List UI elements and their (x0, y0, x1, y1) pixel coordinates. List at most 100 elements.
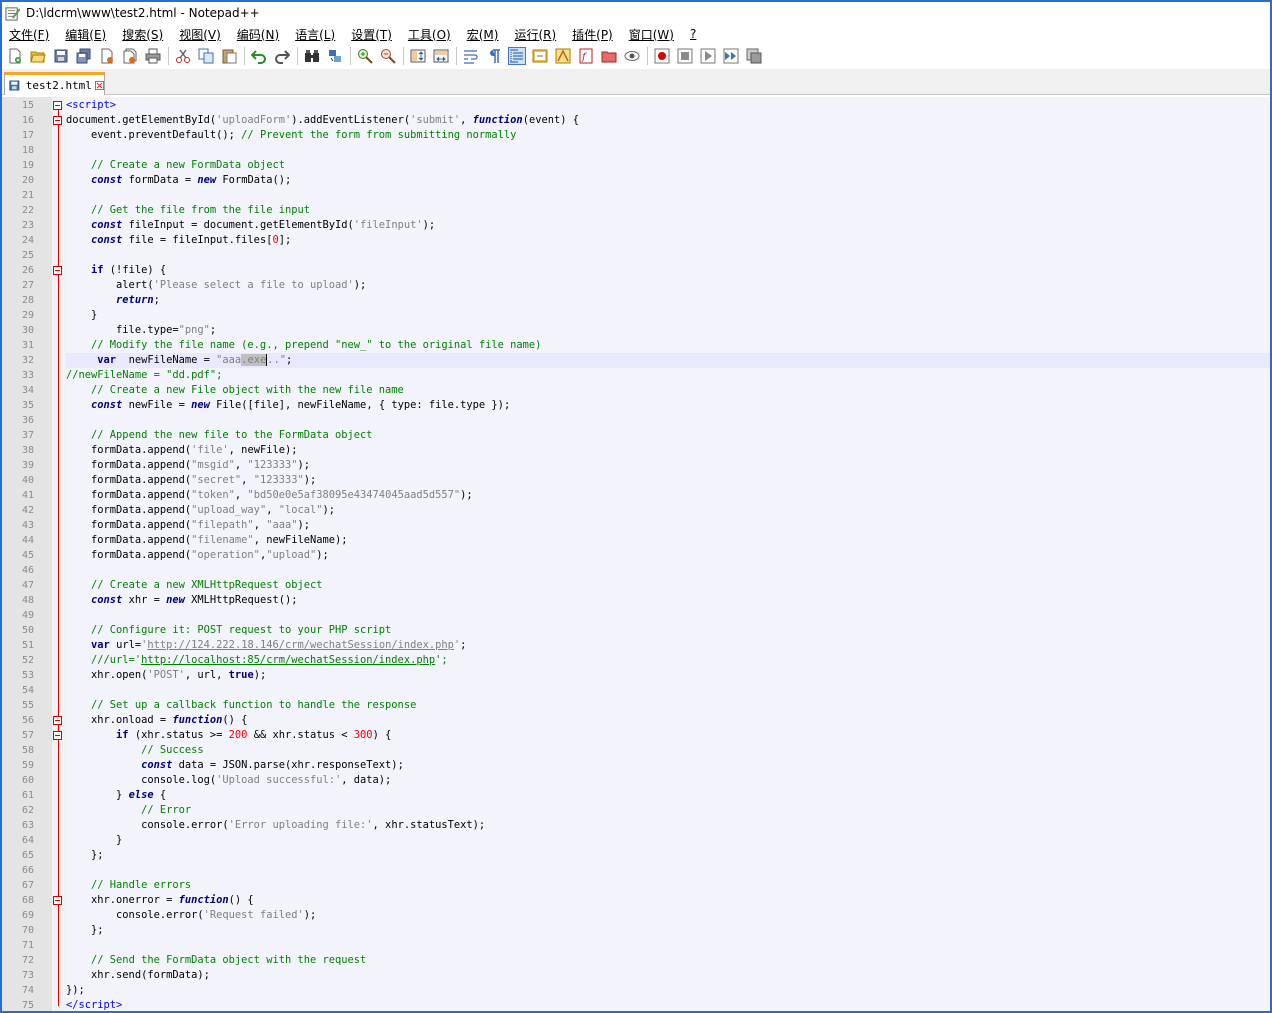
record-macro-icon[interactable] (653, 47, 671, 65)
paste-icon[interactable] (220, 47, 238, 65)
replace-icon[interactable] (326, 47, 344, 65)
zoom-in-icon[interactable] (356, 47, 374, 65)
code-line[interactable]: 47 // Create a new XMLHttpRequest object (2, 578, 1270, 593)
save-macro-icon[interactable] (745, 47, 763, 65)
code-line[interactable]: 48 const xhr = new XMLHttpRequest(); (2, 593, 1270, 608)
code-line[interactable]: 41 formData.append("token", "bd50e0e5af3… (2, 488, 1270, 503)
code-line[interactable]: 18 (2, 143, 1270, 158)
code-line[interactable]: 51 var url='http://124.222.18.146/crm/we… (2, 638, 1270, 653)
menu-item[interactable]: 设置(T) (342, 26, 399, 43)
menu-item[interactable]: 工具(O) (399, 26, 458, 43)
code-editor[interactable]: 15 <script> 16 document.getElementById('upl… (2, 97, 1270, 1013)
code-line[interactable]: 40 formData.append("secret", "123333"); (2, 473, 1270, 488)
run-macro-multiple-icon[interactable] (722, 47, 740, 65)
open-file-icon[interactable] (29, 47, 47, 65)
undo-icon[interactable] (250, 47, 268, 65)
code-line[interactable]: 74}); (2, 983, 1270, 998)
code-line[interactable]: 71 (2, 938, 1270, 953)
code-line[interactable]: 35 const newFile = new File([file], newF… (2, 398, 1270, 413)
code-line[interactable]: 49 (2, 608, 1270, 623)
copy-icon[interactable] (197, 47, 215, 65)
code-line[interactable]: 26 if (!file) { (2, 263, 1270, 278)
code-line[interactable]: 65 }; (2, 848, 1270, 863)
fold-toggle-icon[interactable] (53, 101, 62, 110)
code-line[interactable]: 44 formData.append("filename", newFileNa… (2, 533, 1270, 548)
fold-toggle-icon[interactable] (53, 266, 62, 275)
code-line[interactable]: 39 formData.append("msgid", "123333"); (2, 458, 1270, 473)
code-line[interactable]: 73 xhr.send(formData); (2, 968, 1270, 983)
code-line[interactable]: 52 ///url='http://localhost:85/crm/wecha… (2, 653, 1270, 668)
save-all-icon[interactable] (75, 47, 93, 65)
code-line[interactable]: 31 // Modify the file name (e.g., prepen… (2, 338, 1270, 353)
code-line[interactable]: 70 }; (2, 923, 1270, 938)
code-line[interactable]: 42 formData.append("upload_way", "local"… (2, 503, 1270, 518)
code-line[interactable]: 25 (2, 248, 1270, 263)
indent-guide-icon[interactable] (508, 47, 526, 65)
close-file-icon[interactable] (98, 47, 116, 65)
code-line[interactable]: 21 (2, 188, 1270, 203)
code-line[interactable]: 64 } (2, 833, 1270, 848)
code-line[interactable]: 60 console.log('Upload successful:', dat… (2, 773, 1270, 788)
menu-item[interactable]: 窗口(W) (620, 26, 681, 43)
print-icon[interactable] (144, 47, 162, 65)
code-line[interactable]: 63 console.error('Error uploading file:'… (2, 818, 1270, 833)
code-line[interactable]: 30 file.type="png"; (2, 323, 1270, 338)
menu-item[interactable]: 语言(L) (286, 26, 342, 43)
stop-macro-icon[interactable] (676, 47, 694, 65)
menu-item[interactable]: 文件(F) (0, 26, 56, 43)
code-line[interactable]: 27 alert('Please select a file to upload… (2, 278, 1270, 293)
cut-icon[interactable] (174, 47, 192, 65)
code-line[interactable]: 28 return; (2, 293, 1270, 308)
code-line[interactable]: 75 </script> (2, 998, 1270, 1013)
code-line[interactable]: 50 // Configure it: POST request to your… (2, 623, 1270, 638)
code-line[interactable]: 56 xhr.onload = function() { (2, 713, 1270, 728)
code-line[interactable]: 53 xhr.open('POST', url, true); (2, 668, 1270, 683)
code-line[interactable]: 23 const fileInput = document.getElement… (2, 218, 1270, 233)
zoom-out-icon[interactable] (379, 47, 397, 65)
new-file-icon[interactable] (6, 47, 24, 65)
tab-test2-html[interactable]: test2.html (4, 72, 105, 95)
fold-toggle-icon[interactable] (53, 896, 62, 905)
fold-toggle-icon[interactable] (53, 731, 62, 740)
code-line[interactable]: 22 // Get the file from the file input (2, 203, 1270, 218)
code-line[interactable]: 15 <script> (2, 98, 1270, 113)
close-tab-icon[interactable] (94, 80, 104, 91)
code-line[interactable]: 36 (2, 413, 1270, 428)
code-line[interactable]: 29 } (2, 308, 1270, 323)
code-line[interactable]: 19 // Create a new FormData object (2, 158, 1270, 173)
menu-item[interactable]: 运行(R) (505, 26, 563, 43)
code-line[interactable]: 68 xhr.onerror = function() { (2, 893, 1270, 908)
sync-vertical-scroll-icon[interactable] (409, 47, 427, 65)
code-line[interactable]: 69 console.error('Request failed'); (2, 908, 1270, 923)
code-line[interactable]: 38 formData.append('file', newFile); (2, 443, 1270, 458)
fold-toggle-icon[interactable] (53, 116, 62, 125)
close-all-icon[interactable] (121, 47, 139, 65)
code-line[interactable]: 33 //newFileName = "dd.pdf"; (2, 368, 1270, 383)
code-line[interactable]: 20 const formData = new FormData(); (2, 173, 1270, 188)
document-map-icon[interactable] (554, 47, 572, 65)
sync-horizontal-scroll-icon[interactable] (432, 47, 450, 65)
code-line[interactable]: 37 // Append the new file to the FormDat… (2, 428, 1270, 443)
code-line[interactable]: 66 (2, 863, 1270, 878)
monitoring-eye-icon[interactable] (623, 47, 641, 65)
fold-toggle-icon[interactable] (53, 716, 62, 725)
code-line[interactable]: 45 formData.append("operation","upload")… (2, 548, 1270, 563)
code-line[interactable]: 61 } else { (2, 788, 1270, 803)
menu-item[interactable]: 视图(V) (170, 26, 228, 43)
show-all-characters-icon[interactable] (485, 47, 503, 65)
menu-item[interactable]: 搜索(S) (113, 26, 170, 43)
code-line[interactable]: 58 // Success (2, 743, 1270, 758)
code-line[interactable]: 72 // Send the FormData object with the … (2, 953, 1270, 968)
code-line[interactable]: 62 // Error (2, 803, 1270, 818)
menu-item[interactable]: 编码(N) (228, 26, 286, 43)
code-line[interactable]: 32 var newFileName = "aaa.exe.."; (2, 353, 1270, 368)
code-line[interactable]: 59 const data = JSON.parse(xhr.responseT… (2, 758, 1270, 773)
save-icon[interactable] (52, 47, 70, 65)
menu-item[interactable]: ? (681, 27, 703, 41)
code-line[interactable]: 46 (2, 563, 1270, 578)
redo-icon[interactable] (273, 47, 291, 65)
code-line[interactable]: 67 // Handle errors (2, 878, 1270, 893)
code-line[interactable]: 55 // Set up a callback function to hand… (2, 698, 1270, 713)
code-line[interactable]: 17 event.preventDefault(); // Prevent th… (2, 128, 1270, 143)
user-defined-language-icon[interactable] (531, 47, 549, 65)
